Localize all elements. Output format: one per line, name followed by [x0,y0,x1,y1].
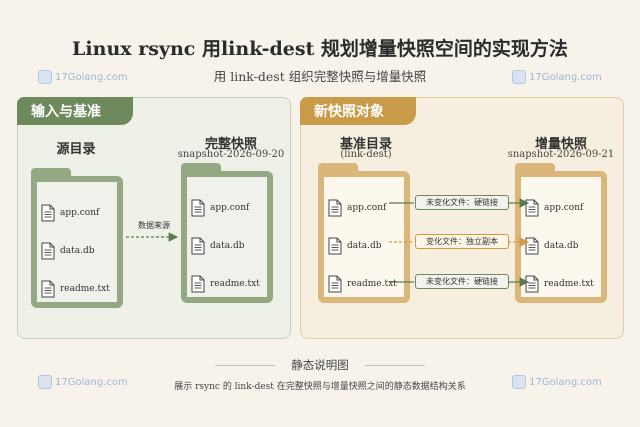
legend-title: 静态说明图 [291,358,349,372]
legend-description: 展示 rsync 的 link-dest 在完整快照与增量快照之间的静态数据结构… [174,382,466,392]
